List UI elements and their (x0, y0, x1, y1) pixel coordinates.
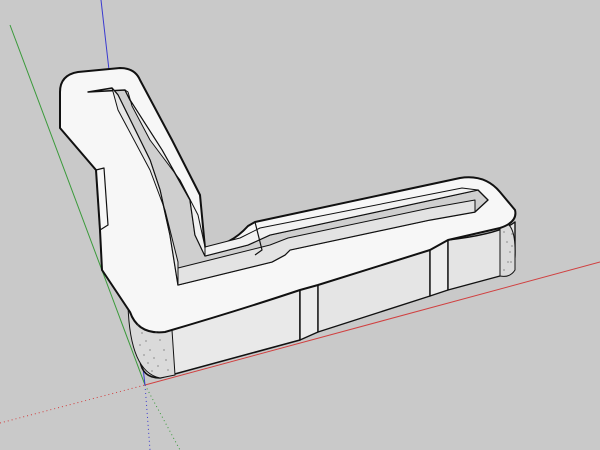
right-front-wall[interactable] (299, 284, 319, 341)
modeling-viewport[interactable] (0, 0, 600, 450)
l-bracket-model[interactable] (59, 67, 517, 379)
green-axis-negative (144, 384, 181, 450)
scene-canvas[interactable] (0, 0, 600, 450)
red-axis-negative (0, 384, 146, 424)
blue-axis-negative (144, 384, 151, 450)
